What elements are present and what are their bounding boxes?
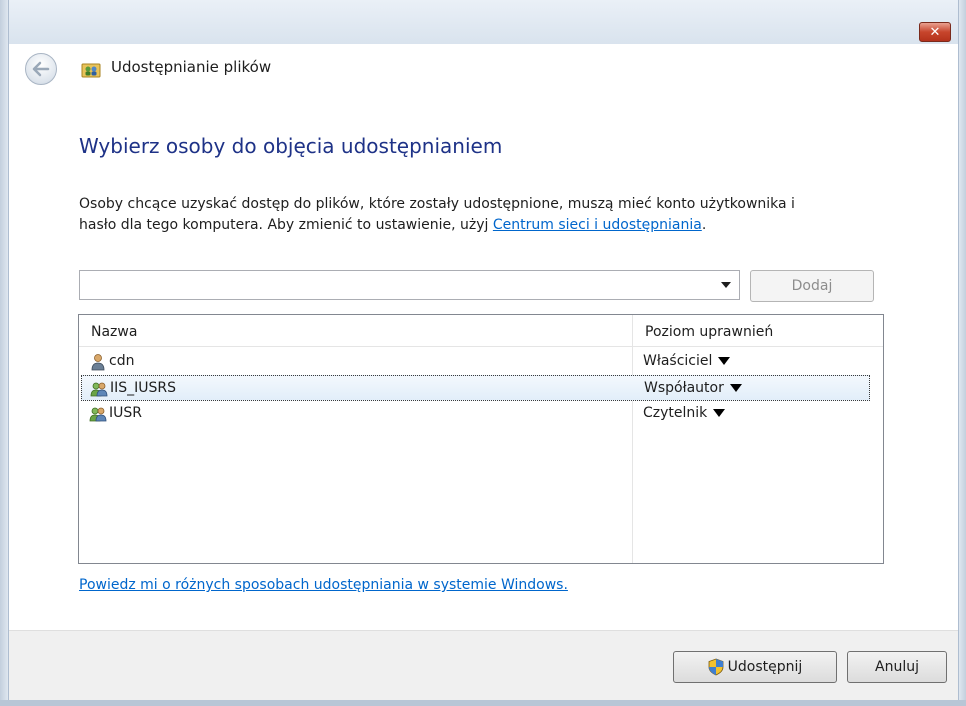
- permission-dropdown[interactable]: Czytelnik: [643, 405, 726, 421]
- users-list[interactable]: Nazwa Poziom uprawnień cdn Właściciel II…: [78, 314, 884, 564]
- close-button[interactable]: ✕: [919, 22, 951, 42]
- list-item[interactable]: cdn Właściciel: [79, 349, 883, 375]
- main-content: Wybierz osoby do objęcia udostępnianiem …: [9, 100, 958, 630]
- description-line-1: Osoby chcące uzyskać dostęp do plików, k…: [79, 196, 795, 212]
- user-icon: [91, 354, 105, 371]
- dropdown-arrow-icon[interactable]: [721, 282, 731, 288]
- permission-label: Właściciel: [643, 353, 713, 369]
- back-arrow-icon: [32, 61, 50, 77]
- list-header: Nazwa Poziom uprawnień: [79, 315, 883, 347]
- user-name: IUSR: [109, 405, 142, 421]
- list-item[interactable]: IIS_IUSRS Współautor: [81, 375, 870, 401]
- list-item[interactable]: IUSR Czytelnik: [79, 401, 883, 427]
- user-name: cdn: [109, 353, 135, 369]
- column-header-permission[interactable]: Poziom uprawnień: [645, 324, 773, 340]
- description-text: Osoby chcące uzyskać dostęp do plików, k…: [79, 194, 939, 236]
- shield-icon: [708, 658, 724, 676]
- file-sharing-icon: [81, 63, 101, 78]
- share-button-label: Udostępnij: [727, 659, 803, 675]
- add-button[interactable]: Dodaj: [750, 270, 874, 302]
- user-combobox[interactable]: [79, 270, 740, 300]
- window-border-bottom: [0, 700, 966, 706]
- dropdown-triangle-icon: [729, 384, 742, 392]
- back-button[interactable]: [25, 53, 57, 85]
- dialog-footer: Udostępnij Anuluj: [9, 630, 958, 706]
- window-border-left: [0, 0, 9, 706]
- group-icon: [89, 407, 107, 422]
- dialog-window: ✕ Udostępnianie plików Wybierz osoby do …: [0, 0, 966, 706]
- page-title: Wybierz osoby do objęcia udostępnianiem: [79, 134, 503, 158]
- window-border-right: [958, 0, 966, 706]
- permission-label: Czytelnik: [643, 405, 708, 421]
- title-bar: [9, 0, 958, 44]
- share-button[interactable]: Udostępnij: [673, 651, 837, 683]
- header-bar: Udostępnianie plików: [9, 44, 958, 100]
- user-name: IIS_IUSRS: [110, 380, 177, 396]
- column-header-name[interactable]: Nazwa: [91, 324, 137, 340]
- permission-label: Współautor: [644, 380, 724, 396]
- cancel-button[interactable]: Anuluj: [847, 651, 947, 683]
- group-icon: [90, 382, 108, 397]
- dropdown-triangle-icon: [718, 357, 731, 365]
- permission-dropdown[interactable]: Współautor: [644, 380, 742, 396]
- permission-dropdown[interactable]: Właściciel: [643, 353, 731, 369]
- network-center-link[interactable]: Centrum sieci i udostępniania: [493, 217, 702, 233]
- help-link[interactable]: Powiedz mi o różnych sposobach udostępni…: [79, 577, 568, 593]
- dropdown-triangle-icon: [713, 409, 726, 417]
- description-line-2: hasło dla tego komputera. Aby zmienić to…: [79, 217, 493, 233]
- description-suffix: .: [701, 217, 707, 233]
- dialog-title: Udostępnianie plików: [111, 58, 272, 76]
